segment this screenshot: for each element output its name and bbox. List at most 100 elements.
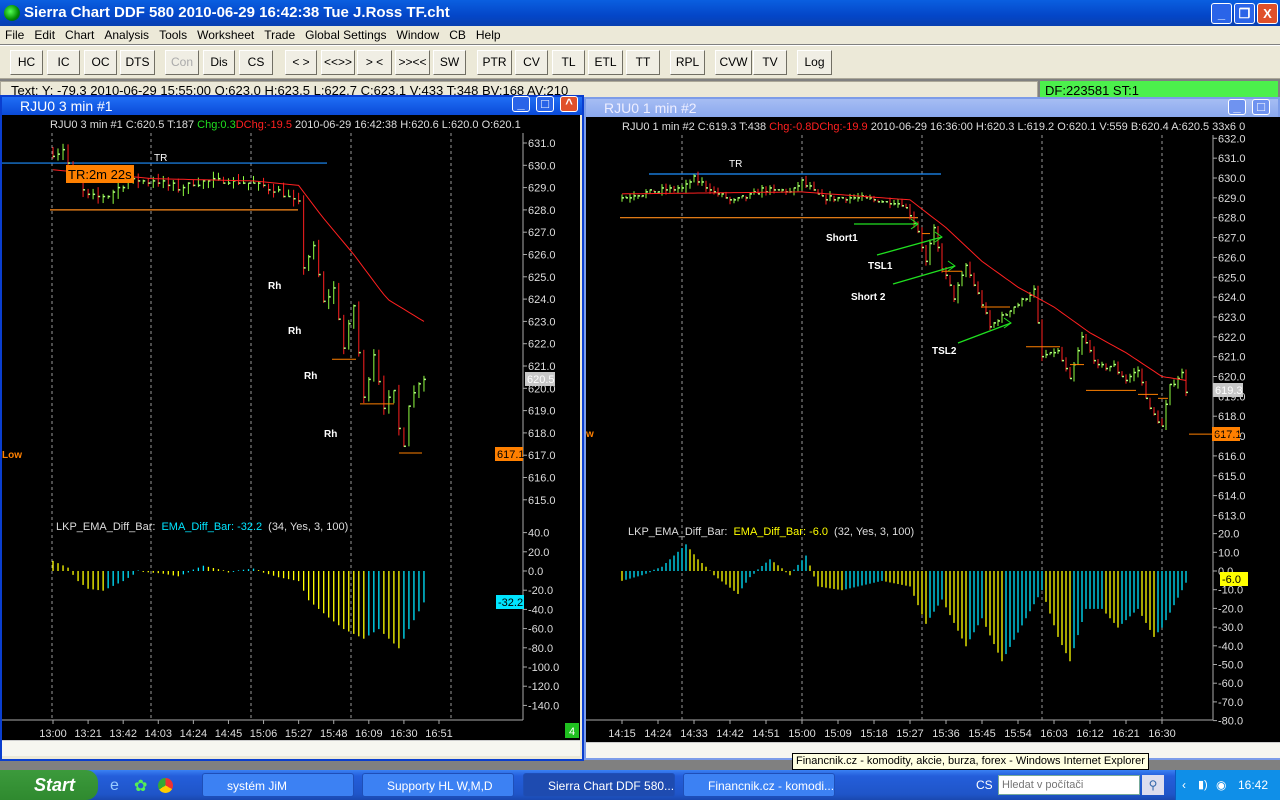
volume-icon[interactable]: ◉ [1216,770,1226,800]
toolbar-button-15[interactable]: ETL [588,50,623,75]
menu-trade[interactable]: Trade [259,28,300,42]
osc-name: LKP_EMA_Diff_Bar: [56,521,155,533]
osc-tick-label: -30.0 [1218,622,1243,634]
left-close-button[interactable]: ^ [560,96,578,112]
time-tick-label: 13:42 [109,728,137,740]
task-system-jim[interactable]: systém JiM [202,773,354,797]
right-maximize-button[interactable]: □ [1252,99,1270,115]
price-tick-label: 621.0 [1218,352,1246,364]
toolbar-button-3[interactable]: DTS [120,50,155,75]
price-tick-label: 623.0 [528,316,556,328]
price-tick-label: 615.0 [1218,471,1246,483]
chrome-quicklaunch-icon[interactable] [158,778,173,793]
toolbar-button-6[interactable]: CS [239,50,273,75]
green-arrow-icon [957,322,1012,344]
left-maximize-button[interactable]: □ [536,96,554,112]
short2-label: Short 2 [851,292,886,303]
left-horizontal-scrollbar[interactable] [2,740,580,756]
restore-button[interactable]: ❐ [1234,3,1255,24]
network-icon[interactable]: ▮) [1198,770,1208,800]
header-pre: RJU0 3 min #1 C:620.5 T:187 [50,119,197,131]
flower-quicklaunch-icon[interactable]: ✿ [134,776,147,796]
toolbar-button-5[interactable]: Dis [203,50,235,75]
osc-value: EMA_Diff_Bar: -32.2 [161,521,262,533]
menu-tools[interactable]: Tools [154,28,192,42]
right-chart-canvas[interactable]: RJU0 1 min #2 C:619.3 T:438 Chg:-0.8DChg… [586,117,1280,742]
time-tick-label: 16:30 [390,728,418,740]
oscillator-label: LKP_EMA_Diff_Bar: EMA_Diff_Bar: -32.2 (34,… [56,521,348,533]
menu-global-settings[interactable]: Global Settings [300,28,391,42]
osc-tick-label: -20.0 [528,585,553,597]
tsl1-label: TSL1 [868,261,893,272]
price-tick-label: 623.0 [1218,312,1246,324]
toolbar-button-14[interactable]: TL [552,50,585,75]
ie-quicklaunch-icon[interactable]: e [110,777,119,795]
toolbar-button-17[interactable]: RPL [670,50,705,75]
menu-cb[interactable]: CB [444,28,471,42]
price-tick-label: 628.0 [1218,213,1246,225]
tr-label: TR [729,159,742,170]
toolbar-button-0[interactable]: HC [10,50,43,75]
osc-params: (34, Yes, 3, 100) [268,521,348,533]
toolbar-button-7[interactable]: < > [285,50,317,75]
menu-edit[interactable]: Edit [29,28,60,42]
left-minimize-button[interactable]: _ [512,96,530,112]
task-sierra-chart[interactable]: Sierra Chart DDF 580... [523,773,675,797]
tray-expand-icon[interactable]: ‹ [1182,770,1186,800]
menu-worksheet[interactable]: Worksheet [192,28,259,42]
time-tick-label: 14:15 [608,728,636,740]
toolbar-button-2[interactable]: OC [84,50,117,75]
task-supporty[interactable]: Supporty HL W,M,D [362,773,514,797]
short1-label: Short1 [826,233,858,244]
price-tick-label: 632.0 [1218,133,1246,145]
app-title-bar: Sierra Chart DDF 580 2010-06-29 16:42:38… [0,0,1280,26]
toolbar-button-9[interactable]: > < [357,50,392,75]
left-chart-canvas[interactable]: RJU0 3 min #1 C:620.5 T:187 Chg:0.3DChg:… [2,115,580,740]
close-button[interactable]: X [1257,3,1278,24]
tr-timer-label: TR:2m 22s [68,167,132,182]
price-tick-label: 621.0 [528,361,556,373]
toolbar-button-16[interactable]: TT [626,50,660,75]
green-arrow-icon [876,236,943,256]
toolbar-button-12[interactable]: PTR [477,50,512,75]
osc-tick-label: -80.0 [528,643,553,655]
menu-file[interactable]: File [0,28,29,42]
right-minimize-button[interactable]: _ [1228,99,1246,115]
task-financnik[interactable]: Financnik.cz - komodi... [683,773,835,797]
time-tick-label: 15:54 [1004,728,1032,740]
toolbar-button-18[interactable]: CVW [715,50,752,75]
price-tick-label: 630.0 [1218,173,1246,185]
clock[interactable]: 16:42 [1238,770,1268,800]
price-tick-label: 629.0 [1218,193,1246,205]
time-tick-label: 14:42 [716,728,744,740]
time-tick-label: 15:27 [285,728,313,740]
start-button[interactable]: Start [0,770,98,800]
menu-window[interactable]: Window [392,28,445,42]
menu-analysis[interactable]: Analysis [99,28,154,42]
toolbar-button-1[interactable]: IC [47,50,80,75]
osc-tick-label: -60.0 [1218,678,1243,690]
osc-tick-label: -20.0 [1218,603,1243,615]
toolbar-button-19[interactable]: TV [753,50,787,75]
toolbar-button-8[interactable]: <<>> [321,50,355,75]
toolbar-button-11[interactable]: SW [433,50,466,75]
menu-help[interactable]: Help [471,28,506,42]
time-tick-label: 13:21 [74,728,102,740]
toolbar-button-20[interactable]: Log [797,50,832,75]
menu-chart[interactable]: Chart [60,28,99,42]
osc-tick-label: -70.0 [1218,697,1243,709]
toolbar-button-10[interactable]: >><< [395,50,430,75]
price-tick-label: 625.0 [528,272,556,284]
time-tick-label: 14:51 [752,728,780,740]
language-indicator[interactable]: CS [976,778,993,792]
search-icon[interactable]: ⚲ [1142,775,1164,795]
header-pre: RJU0 1 min #2 C:619.3 T:438 [622,121,769,133]
time-tick-label: 16:12 [1076,728,1104,740]
osc-tick-label: -120.0 [528,681,559,693]
toolbar-button-13[interactable]: CV [515,50,548,75]
minimize-button[interactable]: _ [1211,3,1232,24]
search-input[interactable] [998,775,1140,795]
toolbar-button-4[interactable]: Con [165,50,199,75]
price-tick-label: 627.0 [1218,233,1246,245]
price-tick-label: 613.0 [1218,510,1246,522]
